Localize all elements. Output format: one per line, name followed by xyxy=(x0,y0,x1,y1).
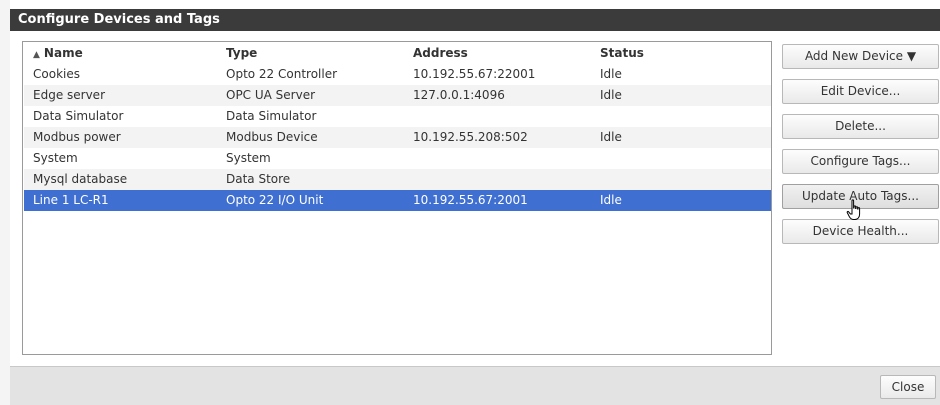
dialog-footer: Close xyxy=(10,366,940,405)
column-header-name[interactable]: ▲ Name xyxy=(33,43,83,65)
table-row[interactable]: Edge server OPC UA Server 127.0.0.1:4096… xyxy=(24,85,771,106)
column-header-type[interactable]: Type xyxy=(226,43,257,63)
cell-status: Idle xyxy=(600,88,622,102)
cell-address: 10.192.55.67:22001 xyxy=(413,67,536,81)
cell-type: OPC UA Server xyxy=(226,88,316,102)
cell-type: Data Store xyxy=(226,172,291,186)
configure-devices-dialog: Configure Devices and Tags ▲ Name Type Ad… xyxy=(10,0,940,405)
table-row[interactable]: System System xyxy=(24,148,771,169)
configure-tags-button[interactable]: Configure Tags... xyxy=(782,149,939,174)
table-header: ▲ Name Type Address Status xyxy=(24,43,771,63)
close-button[interactable]: Close xyxy=(880,375,936,399)
edit-device-button[interactable]: Edit Device... xyxy=(782,79,939,104)
cell-type: Opto 22 Controller xyxy=(226,67,338,81)
cell-name: Line 1 LC-R1 xyxy=(33,193,109,207)
cell-type: System xyxy=(226,151,271,165)
cell-type: Opto 22 I/O Unit xyxy=(226,193,324,207)
cell-name: Edge server xyxy=(33,88,105,102)
column-header-status[interactable]: Status xyxy=(600,43,644,63)
cell-address: 127.0.0.1:4096 xyxy=(413,88,505,102)
cell-address: 10.192.55.67:2001 xyxy=(413,193,528,207)
sort-ascending-icon: ▲ xyxy=(33,50,40,60)
table-row[interactable]: Cookies Opto 22 Controller 10.192.55.67:… xyxy=(24,64,771,85)
add-new-device-button[interactable]: Add New Device ▼ xyxy=(782,44,939,69)
background-strip xyxy=(0,0,10,405)
cell-name: Cookies xyxy=(33,67,80,81)
cell-name: System xyxy=(33,151,78,165)
table-row[interactable]: Modbus power Modbus Device 10.192.55.208… xyxy=(24,127,771,148)
cell-type: Modbus Device xyxy=(226,130,318,144)
dialog-title: Configure Devices and Tags xyxy=(10,9,940,31)
table-row-selected[interactable]: Line 1 LC-R1 Opto 22 I/O Unit 10.192.55.… xyxy=(24,190,771,211)
devices-table[interactable]: ▲ Name Type Address Status Cookies Opto 2… xyxy=(22,41,772,355)
cell-status: Idle xyxy=(600,130,622,144)
device-health-button[interactable]: Device Health... xyxy=(782,219,939,244)
cell-name: Data Simulator xyxy=(33,109,124,123)
cell-name: Mysql database xyxy=(33,172,128,186)
cell-type: Data Simulator xyxy=(226,109,317,123)
table-row[interactable]: Data Simulator Data Simulator xyxy=(24,106,771,127)
cell-status: Idle xyxy=(600,193,622,207)
cell-name: Modbus power xyxy=(33,130,121,144)
cell-status: Idle xyxy=(600,67,622,81)
column-header-name-label: Name xyxy=(43,46,83,60)
delete-button[interactable]: Delete... xyxy=(782,114,939,139)
table-row[interactable]: Mysql database Data Store xyxy=(24,169,771,190)
hand-pointer-icon xyxy=(846,199,861,220)
column-header-address[interactable]: Address xyxy=(413,43,468,63)
cell-address: 10.192.55.208:502 xyxy=(413,130,528,144)
